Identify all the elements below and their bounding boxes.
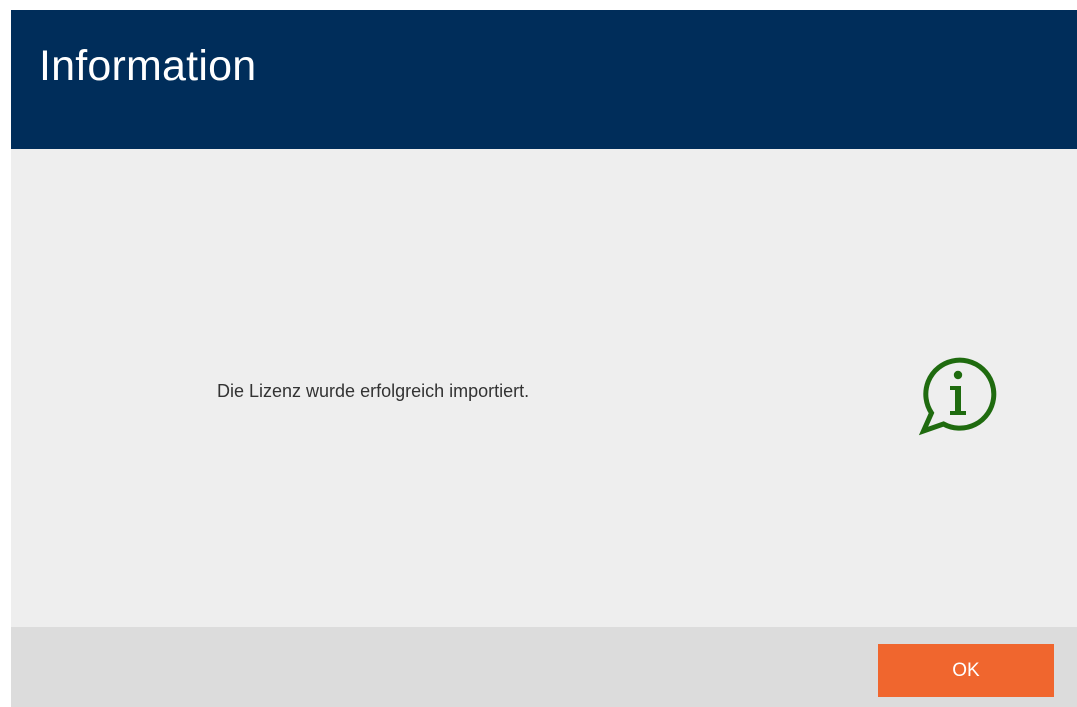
information-dialog: Information Die Lizenz wurde erfolgreich… <box>11 10 1077 707</box>
dialog-title: Information <box>39 42 257 90</box>
dialog-header: Information <box>11 10 1077 149</box>
ok-button[interactable]: OK <box>878 644 1054 697</box>
dialog-footer: OK <box>11 627 1077 707</box>
dialog-body: Die Lizenz wurde erfolgreich importiert. <box>11 149 1077 627</box>
dialog-message: Die Lizenz wurde erfolgreich importiert. <box>217 381 530 401</box>
info-speech-bubble-icon <box>918 357 997 436</box>
